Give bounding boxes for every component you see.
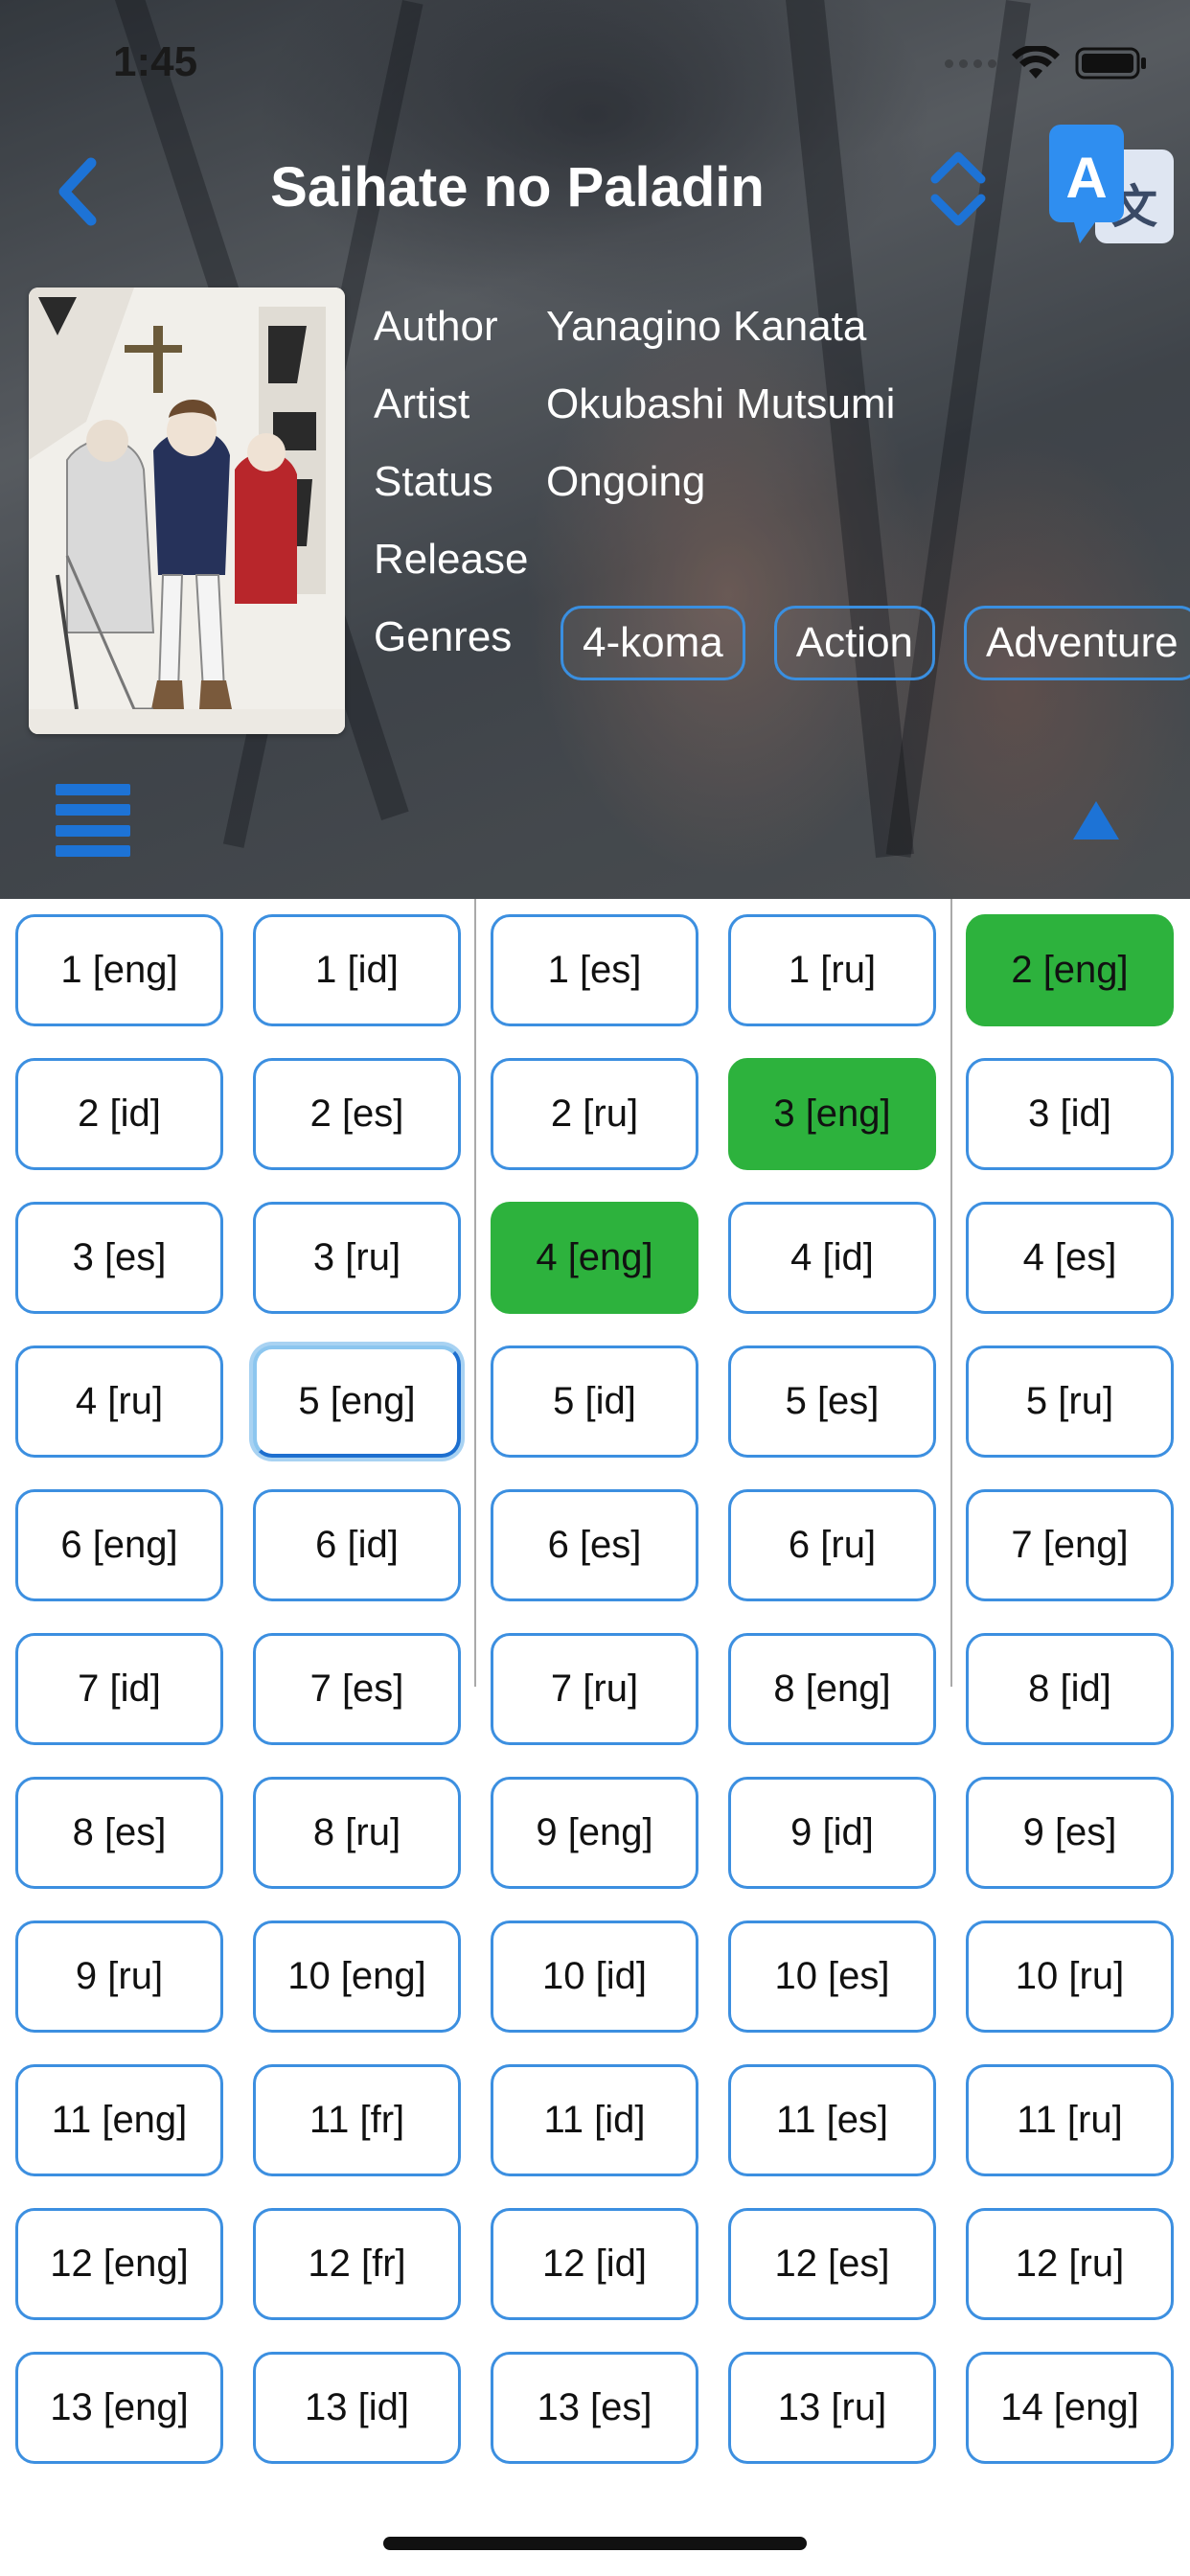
artist-label: Artist (374, 380, 470, 427)
chapter-button[interactable]: 5 [eng] (253, 1346, 461, 1458)
manga-header: 1:45 Saihate no Paladin 文 A Author Yanag… (0, 0, 1190, 899)
chapter-button[interactable]: 12 [id] (491, 2208, 698, 2320)
chapter-button[interactable]: 13 [id] (253, 2352, 461, 2464)
chapter-button[interactable]: 1 [eng] (15, 914, 223, 1026)
chapter-button[interactable]: 3 [es] (15, 1202, 223, 1314)
translate-icon: 文 A (1049, 125, 1174, 243)
chapter-button[interactable]: 6 [eng] (15, 1489, 223, 1601)
chapter-button[interactable]: 4 [ru] (15, 1346, 223, 1458)
svg-text:A: A (1065, 146, 1107, 210)
chapter-button[interactable]: 7 [ru] (491, 1633, 698, 1745)
chapter-button[interactable]: 3 [eng] (728, 1058, 936, 1170)
chapter-button[interactable]: 7 [eng] (966, 1489, 1174, 1601)
artist-value: Okubashi Mutsumi (546, 380, 896, 427)
genre-chip[interactable]: 4-koma (561, 606, 745, 680)
chapter-button[interactable]: 11 [fr] (253, 2064, 461, 2176)
chapter-button[interactable]: 14 [eng] (966, 2352, 1174, 2464)
chapter-button[interactable]: 4 [eng] (491, 1202, 698, 1314)
chapter-button[interactable]: 7 [es] (253, 1633, 461, 1745)
chapter-button[interactable]: 2 [es] (253, 1058, 461, 1170)
chapter-button[interactable]: 11 [id] (491, 2064, 698, 2176)
release-label: Release (374, 536, 529, 583)
chapter-button[interactable]: 11 [ru] (966, 2064, 1174, 2176)
grid-divider (474, 899, 476, 1687)
sort-order-button[interactable] (920, 146, 996, 232)
translate-button[interactable]: 文 A (1047, 123, 1177, 252)
chapter-grid: 1 [eng] 1 [id] 1 [es] 1 [ru] 2 [eng] 2 [id] 2 … (0, 899, 1190, 2490)
wifi-icon (1012, 46, 1060, 79)
chevron-left-icon (58, 157, 97, 226)
genre-chip[interactable]: Action (773, 606, 936, 680)
manga-cover-image (29, 288, 345, 734)
chapter-button[interactable]: 4 [es] (966, 1202, 1174, 1314)
chapter-button[interactable]: 10 [ru] (966, 1920, 1174, 2033)
chapter-button[interactable]: 9 [es] (966, 1777, 1174, 1889)
genres-label: Genres (374, 613, 513, 660)
chapter-button[interactable]: 3 [id] (966, 1058, 1174, 1170)
chapter-button[interactable]: 5 [ru] (966, 1346, 1174, 1458)
status-time: 1:45 (113, 38, 198, 85)
status-icons (945, 46, 1148, 80)
author-value: Yanagino Kanata (546, 303, 867, 350)
chapter-button[interactable]: 10 [id] (491, 1920, 698, 2033)
chapter-button[interactable]: 2 [eng] (966, 914, 1174, 1026)
chapter-button[interactable]: 13 [es] (491, 2352, 698, 2464)
chapter-button[interactable]: 9 [id] (728, 1777, 936, 1889)
status-value: Ongoing (546, 458, 706, 505)
triangle-up-icon[interactable] (1071, 799, 1121, 841)
chapter-button[interactable]: 8 [eng] (728, 1633, 936, 1745)
chapter-button[interactable]: 1 [id] (253, 914, 461, 1026)
chapter-button[interactable]: 10 [es] (728, 1920, 936, 2033)
chapter-button[interactable]: 3 [ru] (253, 1202, 461, 1314)
chapter-button[interactable]: 6 [es] (491, 1489, 698, 1601)
chapter-button[interactable]: 8 [es] (15, 1777, 223, 1889)
chapter-button[interactable]: 7 [id] (15, 1633, 223, 1745)
chapter-button[interactable]: 6 [id] (253, 1489, 461, 1601)
chapter-button[interactable]: 8 [id] (966, 1633, 1174, 1745)
chapter-button[interactable]: 13 [eng] (15, 2352, 223, 2464)
genre-chip-scroller[interactable]: 4-koma Action Adventure (561, 606, 1190, 684)
chapter-button[interactable]: 2 [ru] (491, 1058, 698, 1170)
list-menu-icon[interactable] (56, 784, 130, 857)
chapter-button[interactable]: 12 [es] (728, 2208, 936, 2320)
back-button[interactable] (48, 153, 105, 230)
chapter-button[interactable]: 11 [es] (728, 2064, 936, 2176)
chapter-button[interactable]: 6 [ru] (728, 1489, 936, 1601)
chapter-button[interactable]: 2 [id] (15, 1058, 223, 1170)
chapter-button[interactable]: 1 [ru] (728, 914, 936, 1026)
home-indicator[interactable] (383, 2537, 807, 2550)
status-label: Status (374, 458, 493, 505)
battery-icon (1075, 47, 1146, 80)
chapter-button[interactable]: 12 [fr] (253, 2208, 461, 2320)
grid-divider (950, 899, 952, 1687)
chapter-button[interactable]: 13 [ru] (728, 2352, 936, 2464)
author-label: Author (374, 303, 498, 350)
chapter-button[interactable]: 9 [ru] (15, 1920, 223, 2033)
chapter-button[interactable]: 5 [id] (491, 1346, 698, 1458)
chapter-button[interactable]: 12 [ru] (966, 2208, 1174, 2320)
chapter-button[interactable]: 1 [es] (491, 914, 698, 1026)
chapter-button[interactable]: 11 [eng] (15, 2064, 223, 2176)
chapter-button[interactable]: 9 [eng] (491, 1777, 698, 1889)
sort-updown-icon (930, 151, 986, 226)
chapter-button[interactable]: 4 [id] (728, 1202, 936, 1314)
page-title: Saihate no Paladin (270, 156, 765, 218)
chapter-button[interactable]: 8 [ru] (253, 1777, 461, 1889)
genre-chip[interactable]: Adventure (964, 606, 1190, 680)
chapter-button[interactable]: 12 [eng] (15, 2208, 223, 2320)
chapter-button[interactable]: 5 [es] (728, 1346, 936, 1458)
chapter-button[interactable]: 10 [eng] (253, 1920, 461, 2033)
cellular-signal-icon (945, 58, 996, 68)
